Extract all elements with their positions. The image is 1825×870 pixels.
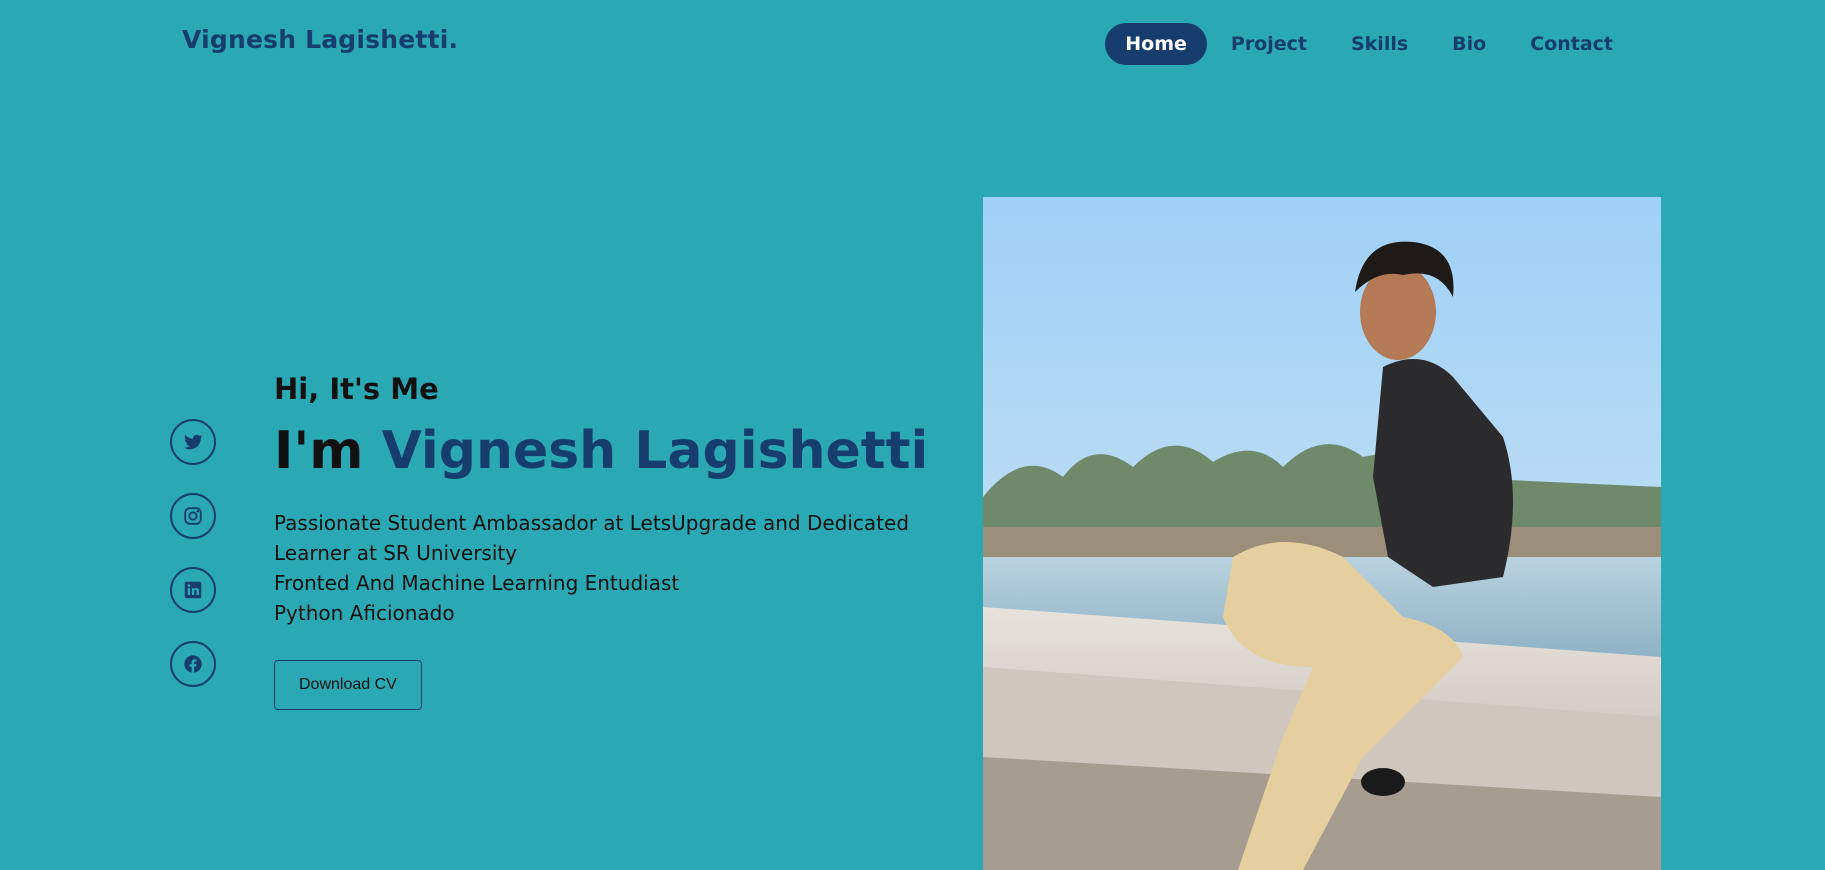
hero-line-3: Python Aficionado: [274, 600, 455, 625]
nav-home[interactable]: Home: [1105, 23, 1207, 65]
hero-line-2: Fronted And Machine Learning Entudiast: [274, 570, 680, 595]
hero-prefix: I'm: [274, 421, 364, 481]
hero-greeting: Hi, It's Me: [274, 372, 439, 406]
main-nav: Home Project Skills Bio Contact: [1105, 23, 1633, 65]
facebook-link[interactable]: [170, 641, 216, 687]
linkedin-link[interactable]: [170, 567, 216, 613]
download-cv-button[interactable]: Download CV: [274, 659, 422, 710]
hero-intro: Hi, It's Me I'm Vignesh Lagishetti Passi…: [274, 372, 928, 710]
twitter-link[interactable]: [170, 419, 216, 465]
twitter-icon: [184, 434, 203, 450]
site-logo[interactable]: Vignesh Lagishetti.: [182, 25, 458, 54]
social-links: [170, 419, 216, 687]
nav-skills[interactable]: Skills: [1331, 23, 1428, 65]
hero-line-1: Passionate Student Ambassador at LetsUpg…: [274, 510, 910, 565]
instagram-icon: [184, 507, 202, 525]
instagram-link[interactable]: [170, 493, 216, 539]
linkedin-icon: [184, 581, 202, 599]
profile-photo-image: [983, 197, 1661, 870]
hero-name: Vignesh Lagishetti: [381, 421, 929, 481]
hero-title: I'm Vignesh Lagishetti: [274, 421, 929, 482]
nav-project[interactable]: Project: [1211, 23, 1327, 65]
nav-bio[interactable]: Bio: [1432, 23, 1506, 65]
nav-contact[interactable]: Contact: [1510, 23, 1633, 65]
hero-description: Passionate Student Ambassador at LetsUpg…: [274, 508, 914, 628]
profile-photo: [983, 197, 1661, 870]
facebook-icon: [184, 655, 202, 673]
